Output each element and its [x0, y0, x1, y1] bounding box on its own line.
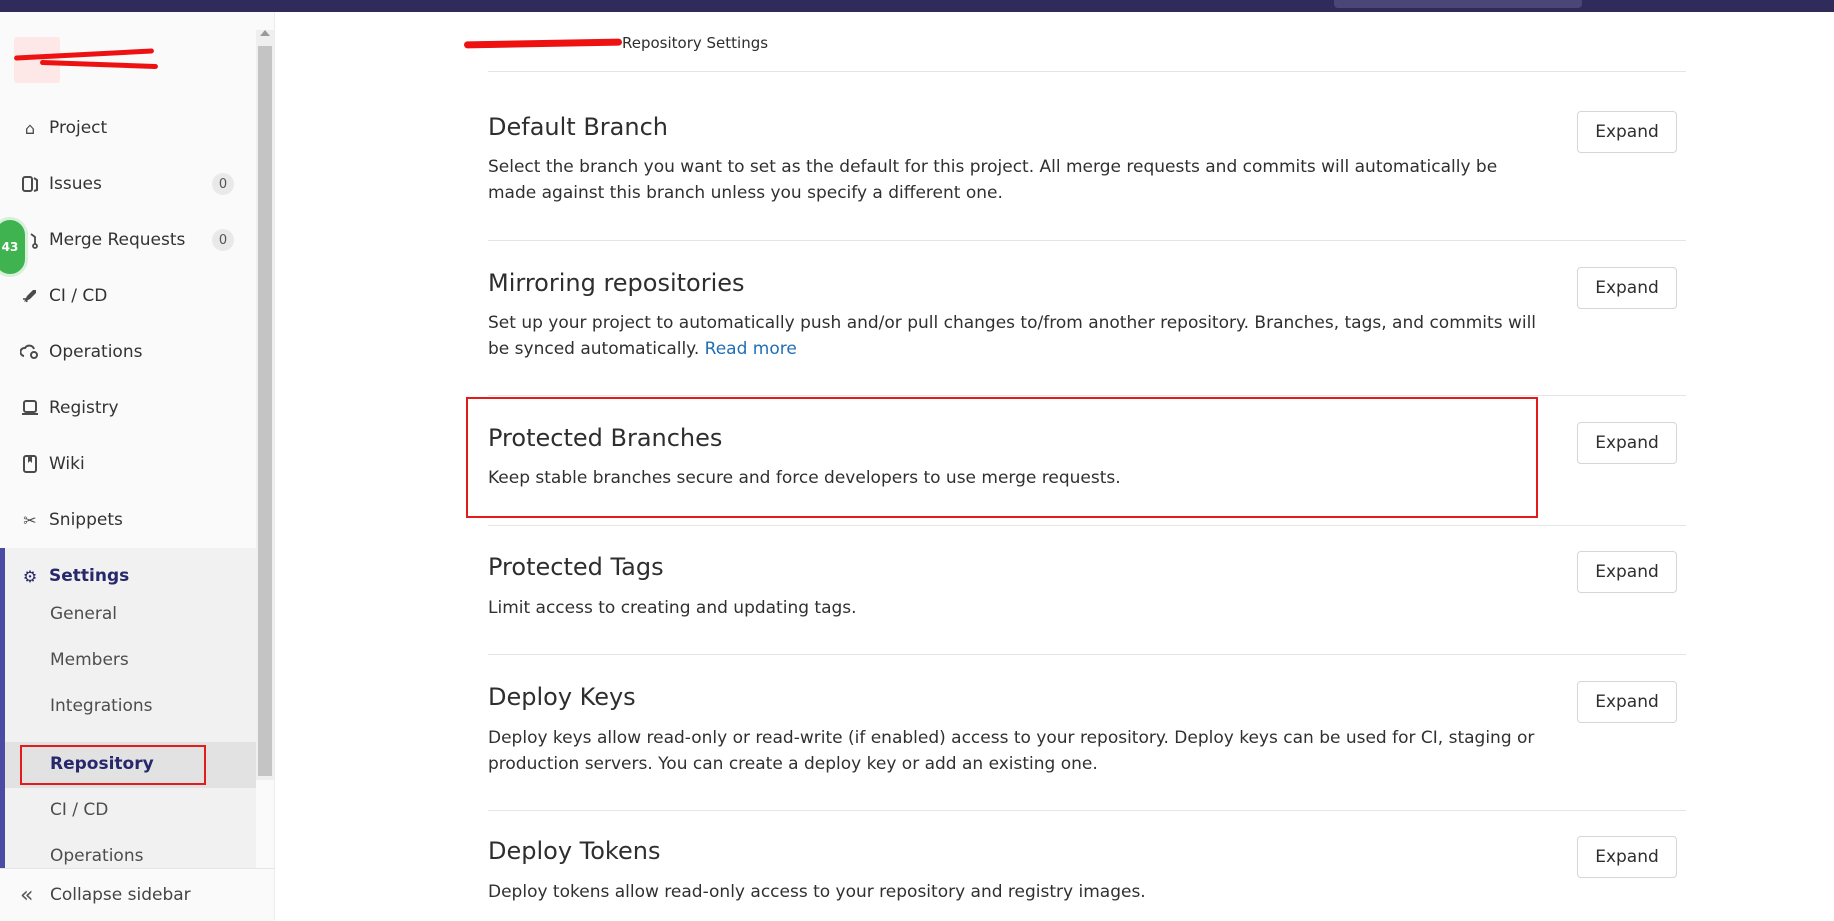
registry-icon	[20, 398, 40, 418]
sidebar-item-merge-requests[interactable]: Merge Requests 0	[0, 216, 256, 264]
section-title-deploy-tokens: Deploy Tokens	[488, 837, 661, 865]
cloud-gear-icon	[20, 342, 40, 362]
gear-icon: ⚙	[22, 566, 38, 586]
issues-icon	[20, 174, 40, 194]
collapse-sidebar-button[interactable]: « Collapse sidebar	[0, 868, 274, 921]
settings-subitem-repository[interactable]: Repository	[50, 754, 154, 774]
expand-protected-tags-button[interactable]: Expand	[1577, 551, 1677, 593]
section-desc-mirroring-repositories: Set up your project to automatically pus…	[488, 313, 1537, 359]
settings-subitem-integrations[interactable]: Integrations	[50, 696, 153, 716]
sidebar-item-snippets[interactable]: ✂ Snippets	[0, 496, 256, 544]
double-chevron-left-icon: «	[20, 882, 34, 908]
divider	[488, 395, 1686, 396]
section-desc-protected-branches: Keep stable branches secure and force de…	[488, 468, 1121, 488]
sidebar-scrollbar[interactable]	[256, 30, 274, 780]
sidebar-item-settings[interactable]: ⚙ Settings	[0, 552, 256, 600]
scrollbar-thumb[interactable]	[258, 46, 272, 776]
annotation-highlight-box	[466, 397, 1538, 518]
section-title-protected-branches: Protected Branches	[488, 424, 723, 452]
section-desc-protected-tags: Limit access to creating and updating ta…	[488, 598, 857, 618]
section-desc-deploy-tokens: Deploy tokens allow read-only access to …	[488, 882, 1146, 902]
read-more-link[interactable]: Read more	[705, 339, 797, 359]
divider	[488, 240, 1686, 241]
sidebar-item-operations[interactable]: Operations	[0, 328, 256, 376]
section-desc-default-branch: Select the branch you want to set as the…	[488, 157, 1498, 203]
section-title-default-branch: Default Branch	[488, 113, 668, 141]
section-title-mirroring-repositories: Mirroring repositories	[488, 269, 745, 297]
top-navbar	[0, 0, 1834, 12]
divider	[488, 71, 1686, 72]
notification-bubble[interactable]: 43	[0, 217, 28, 277]
expand-protected-branches-button[interactable]: Expand	[1577, 422, 1677, 464]
divider	[488, 525, 1686, 526]
sidebar: ⌂ Project Issues 0 Merge Requests 0 CI /…	[0, 12, 275, 921]
divider	[488, 810, 1686, 811]
sidebar-item-project[interactable]: ⌂ Project	[0, 104, 256, 152]
settings-subitem-ci-cd[interactable]: CI / CD	[50, 800, 108, 820]
section-title-deploy-keys: Deploy Keys	[488, 683, 636, 711]
sidebar-item-issues[interactable]: Issues 0	[0, 160, 256, 208]
book-icon	[20, 454, 40, 474]
expand-mirroring-repositories-button[interactable]: Expand	[1577, 267, 1677, 309]
expand-deploy-keys-button[interactable]: Expand	[1577, 681, 1677, 723]
sidebar-item-wiki[interactable]: Wiki	[0, 440, 256, 488]
issues-count-badge: 0	[212, 173, 234, 195]
scroll-up-arrow-icon[interactable]	[260, 30, 270, 36]
sidebar-item-ci-cd[interactable]: CI / CD	[0, 272, 256, 320]
settings-subitem-members[interactable]: Members	[50, 650, 129, 670]
settings-subitem-operations[interactable]: Operations	[50, 846, 143, 866]
sidebar-item-registry[interactable]: Registry	[0, 384, 256, 432]
divider	[488, 654, 1686, 655]
merge-requests-count-badge: 0	[212, 229, 234, 251]
search-box[interactable]	[1334, 0, 1582, 8]
scissors-icon: ✂	[23, 510, 37, 530]
rocket-icon	[20, 286, 40, 306]
expand-deploy-tokens-button[interactable]: Expand	[1577, 836, 1677, 878]
home-icon: ⌂	[24, 118, 36, 138]
expand-default-branch-button[interactable]: Expand	[1577, 111, 1677, 153]
breadcrumb-current: Repository Settings	[622, 34, 769, 52]
section-title-protected-tags: Protected Tags	[488, 553, 664, 581]
breadcrumb-redaction	[463, 38, 623, 49]
settings-subitem-general[interactable]: General	[50, 604, 117, 624]
section-desc-deploy-keys: Deploy keys allow read-only or read-writ…	[488, 728, 1535, 774]
